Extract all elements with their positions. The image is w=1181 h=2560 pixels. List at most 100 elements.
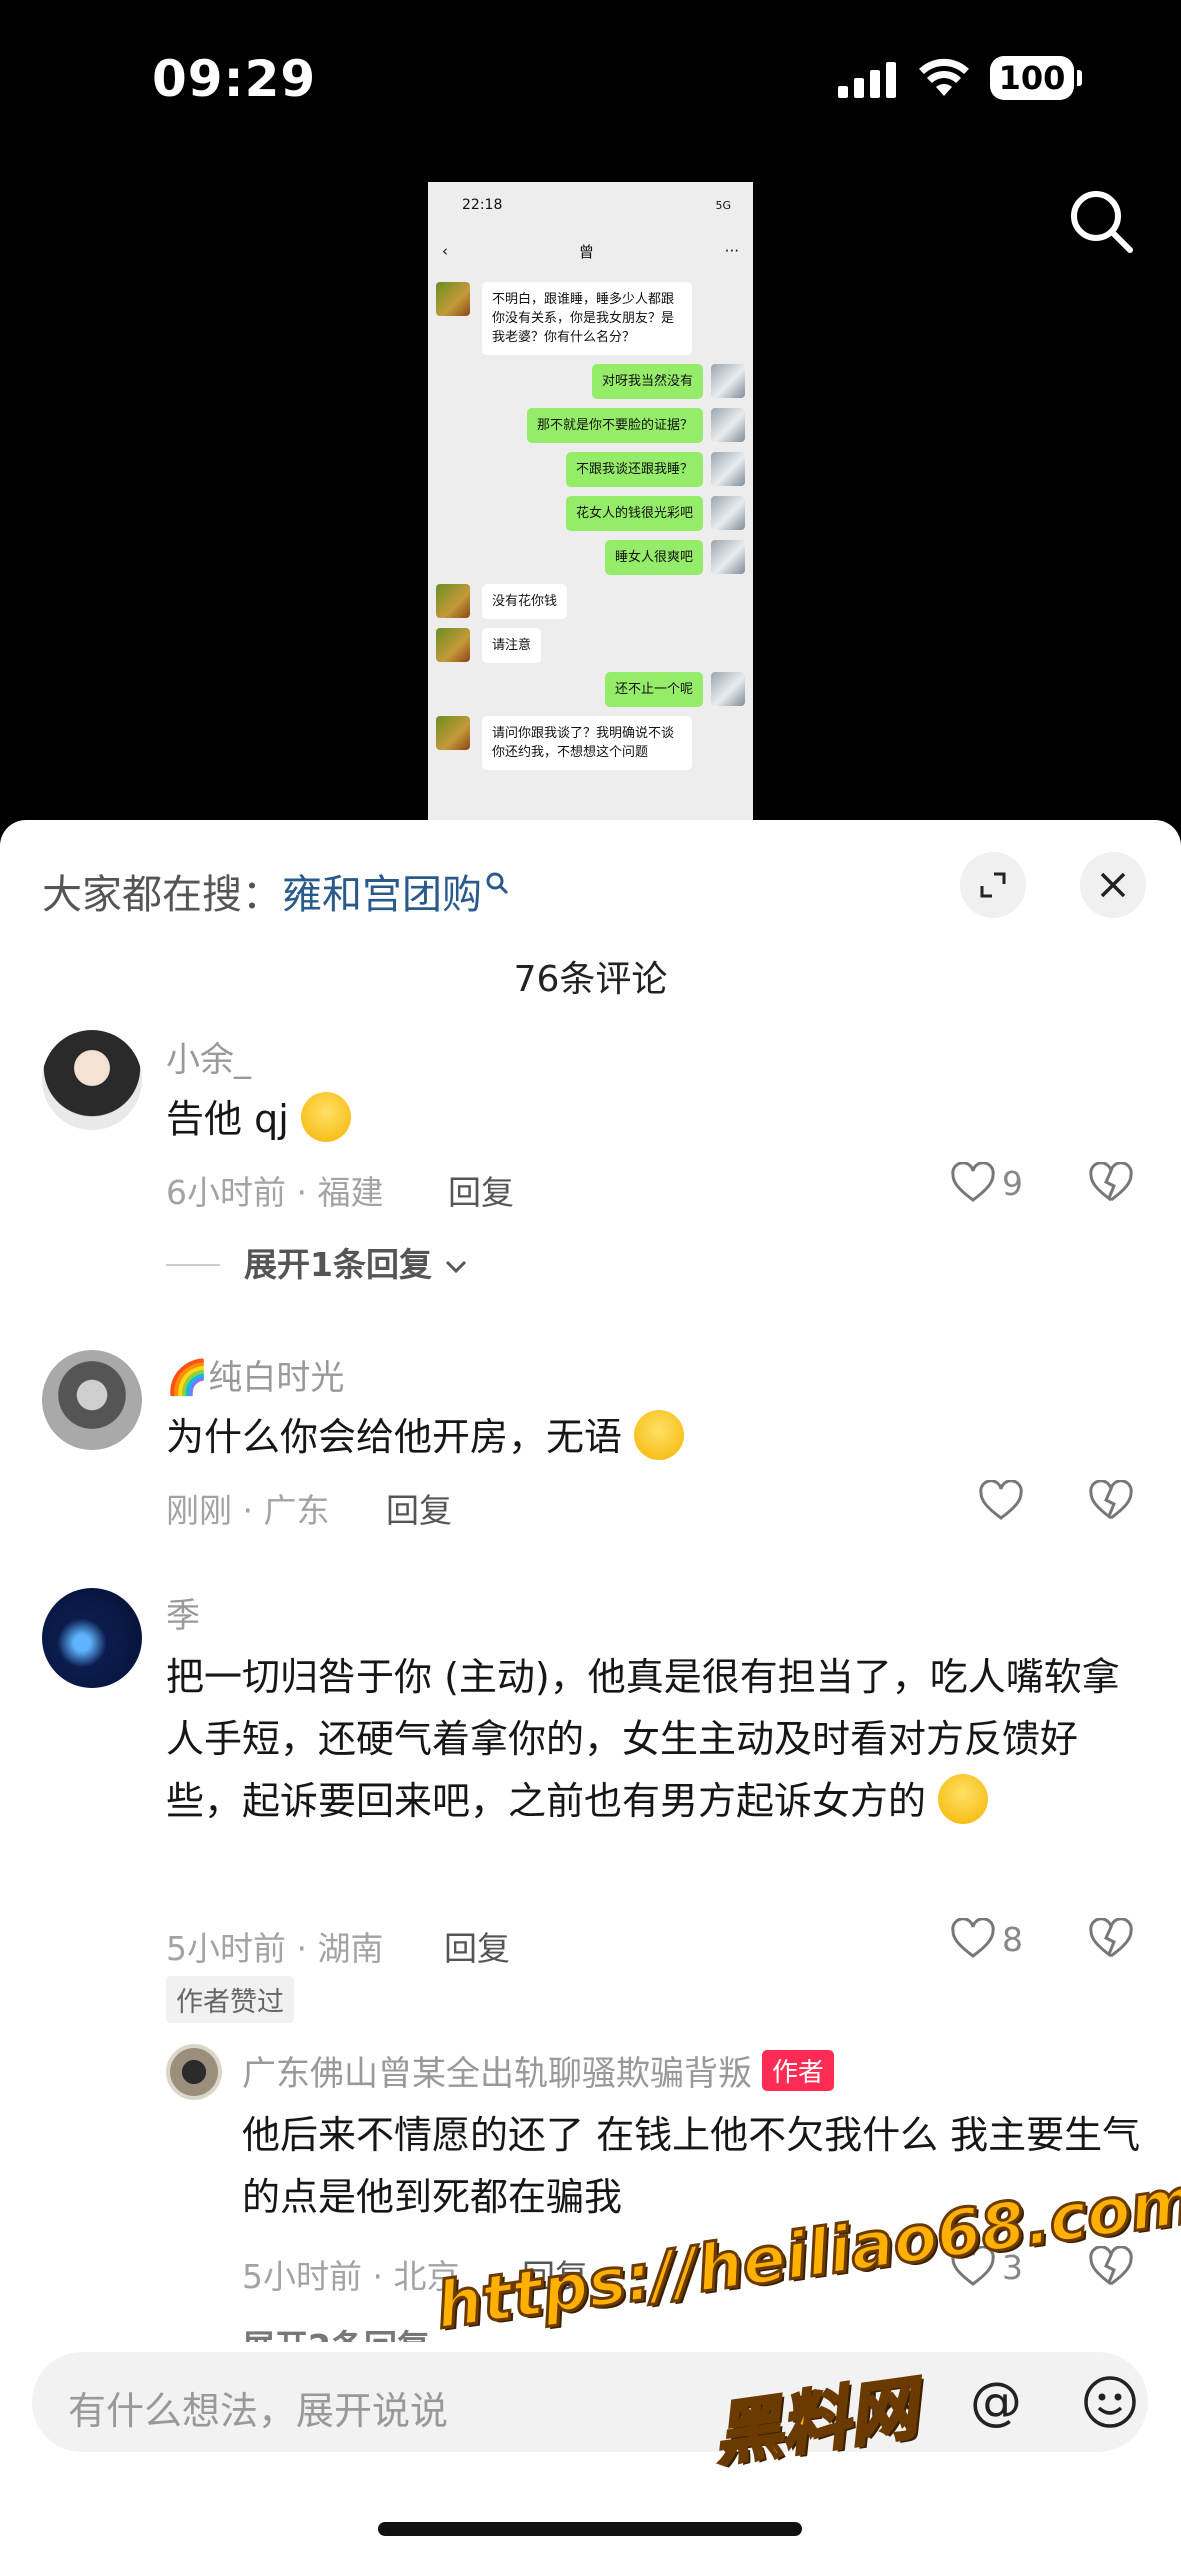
close-icon bbox=[1100, 872, 1126, 898]
chat-message: 花女人的钱很光彩吧 bbox=[436, 496, 745, 531]
avatar[interactable] bbox=[42, 1588, 142, 1688]
like-button[interactable]: 9 bbox=[950, 1162, 1023, 1204]
close-sheet-button[interactable] bbox=[1080, 852, 1146, 918]
expand-replies-button[interactable]: 展开2条回复 bbox=[242, 2320, 430, 2342]
status-bar: 09:29 100 bbox=[0, 0, 1181, 160]
reply-username-text: 广东佛山曾某全出轨聊骚欺骗背叛 bbox=[242, 2054, 752, 2094]
expand-replies-button[interactable]: 展开1条回复 bbox=[166, 1238, 469, 1286]
chat-message: 还不止一个呢 bbox=[436, 672, 745, 707]
expand-sheet-button[interactable] bbox=[960, 852, 1026, 918]
comment-input-bar[interactable]: 有什么想法，展开说说 @ bbox=[32, 2352, 1148, 2452]
grin-emoji-icon bbox=[300, 1092, 351, 1142]
chat-avatar bbox=[436, 282, 470, 316]
chat-message: 不明白，跟谁睡，睡多少人都跟你没有关系，你是我女朋友？是我老婆？你有什么名分？ bbox=[436, 282, 745, 355]
comment-text: 为什么你会给他开房，无语 bbox=[166, 1406, 1126, 1468]
back-chevron-icon: ‹ bbox=[442, 242, 448, 260]
chat-message: 那不就是你不要脸的证据？ bbox=[436, 408, 745, 443]
chat-shot-time: 22:18 bbox=[462, 197, 503, 213]
chat-message: 请问你跟我谈了？我明确说不谈你还约我，不想想这个问题 bbox=[436, 716, 745, 770]
comment-meta: 5小时前 · 湖南 bbox=[166, 1929, 384, 1968]
comment-text-content: 告他 qj bbox=[166, 1097, 289, 1141]
chat-avatar bbox=[711, 364, 745, 398]
reply-button[interactable]: 回复 bbox=[386, 1484, 452, 1532]
chat-shot-header: ‹ 曾 ··· bbox=[428, 228, 753, 274]
chat-bubble: 不明白，跟谁睡，睡多少人都跟你没有关系，你是我女朋友？是我老婆？你有什么名分？ bbox=[482, 282, 692, 355]
chat-shot-status-bar: 22:18 5G bbox=[428, 182, 753, 228]
comment-meta: 6小时前 · 福建 bbox=[166, 1173, 384, 1212]
like-button[interactable] bbox=[978, 1480, 1030, 1522]
heart-icon bbox=[951, 1918, 995, 1958]
broken-heart-icon[interactable] bbox=[1088, 1918, 1134, 1960]
battery-indicator: 100 bbox=[990, 56, 1082, 100]
heart-icon bbox=[979, 1480, 1023, 1520]
chat-bubble: 不跟我谈还跟我睡？ bbox=[565, 452, 703, 487]
comment-username[interactable]: 小余_ bbox=[166, 1032, 251, 1081]
expand-icon bbox=[980, 872, 1006, 898]
chat-shot-network: 5G bbox=[715, 198, 731, 212]
chat-avatar bbox=[436, 584, 470, 618]
chat-avatar bbox=[436, 716, 470, 750]
chat-bubble: 那不就是你不要脸的证据？ bbox=[526, 408, 703, 443]
comment-text: 告他 qj bbox=[166, 1088, 1126, 1150]
chat-bubble: 睡女人很爽吧 bbox=[604, 540, 703, 575]
comment-count: 76条评论 bbox=[513, 959, 668, 1000]
emoji-icon[interactable] bbox=[1082, 2374, 1138, 2430]
expand-replies-label: 展开1条回复 bbox=[244, 1245, 432, 1284]
chat-bubble: 花女人的钱很光彩吧 bbox=[565, 496, 703, 531]
broken-heart-icon[interactable] bbox=[1088, 1480, 1134, 1522]
chat-messages: 不明白，跟谁睡，睡多少人都跟你没有关系，你是我女朋友？是我老婆？你有什么名分？ 对… bbox=[428, 274, 753, 770]
comment-meta: 刚刚 · 广东 bbox=[166, 1491, 330, 1530]
trending-prefix: 大家都在搜： bbox=[42, 872, 282, 918]
comment-sheet-header: 大家都在搜：雍和宫团购 76条评论 bbox=[0, 820, 1181, 1000]
broken-heart-icon[interactable] bbox=[1088, 1162, 1134, 1204]
avatar[interactable] bbox=[42, 1350, 142, 1450]
chat-bubble: 还不止一个呢 bbox=[604, 672, 703, 707]
like-count: 9 bbox=[1002, 1163, 1023, 1203]
chat-message: 对呀我当然没有 bbox=[436, 364, 745, 399]
chat-message: 睡女人很爽吧 bbox=[436, 540, 745, 575]
comment-username[interactable]: 🌈纯白时光 bbox=[166, 1350, 344, 1399]
chat-screenshot-image[interactable]: 22:18 5G ‹ 曾 ··· 不明白，跟谁睡，睡多少人都跟你没有关系，你是我… bbox=[428, 182, 753, 822]
avatar[interactable] bbox=[42, 1030, 142, 1130]
search-icon[interactable] bbox=[1066, 186, 1136, 256]
author-liked-badge: 作者赞过 bbox=[166, 1976, 294, 2023]
wifi-icon bbox=[919, 58, 969, 96]
author-badge: 作者 bbox=[762, 2050, 835, 2091]
chat-avatar bbox=[711, 452, 745, 486]
small-search-icon bbox=[486, 872, 509, 895]
more-dots-icon: ··· bbox=[724, 242, 739, 260]
chat-bubble: 请问你跟我谈了？我明确说不谈你还约我，不想想这个问题 bbox=[482, 716, 692, 770]
broken-heart-icon[interactable] bbox=[1088, 2246, 1134, 2288]
at-mention-icon[interactable]: @ bbox=[970, 2372, 1022, 2432]
chat-contact-name: 曾 bbox=[578, 242, 594, 261]
heart-icon bbox=[951, 1162, 995, 1202]
home-indicator[interactable] bbox=[378, 2522, 802, 2536]
trending-term[interactable]: 雍和宫团购 bbox=[282, 872, 482, 918]
signal-icon bbox=[838, 62, 896, 98]
chat-avatar bbox=[711, 408, 745, 442]
comment-text: 把一切归咎于你 (主动)，他真是很有担当了，吃人嘴软拿人手短，还硬气着拿你的，女… bbox=[166, 1646, 1146, 1832]
chat-message: 请注意 bbox=[436, 628, 745, 663]
chat-bubble: 请注意 bbox=[482, 628, 542, 663]
reply-meta: 5小时前 · 北京 bbox=[242, 2257, 460, 2296]
chat-avatar bbox=[436, 628, 470, 662]
avatar[interactable] bbox=[166, 2044, 222, 2100]
sweat-emoji-icon bbox=[634, 1410, 685, 1460]
chat-avatar bbox=[711, 496, 745, 530]
chat-avatar bbox=[711, 672, 745, 706]
chat-avatar bbox=[711, 540, 745, 574]
chat-bubble: 对呀我当然没有 bbox=[591, 364, 703, 399]
like-button[interactable]: 8 bbox=[950, 1918, 1023, 1960]
reply-username[interactable]: 广东佛山曾某全出轨聊骚欺骗背叛 作者 bbox=[242, 2046, 835, 2095]
chevron-down-icon bbox=[446, 1260, 467, 1274]
reply-button[interactable]: 回复 bbox=[448, 1166, 514, 1214]
trending-search[interactable]: 大家都在搜：雍和宫团购 bbox=[42, 862, 510, 920]
status-time: 09:29 bbox=[152, 50, 317, 108]
laugh-cry-emoji-icon bbox=[938, 1774, 989, 1824]
chat-message: 没有花你钱 bbox=[436, 584, 745, 619]
comment-input-placeholder[interactable]: 有什么想法，展开说说 bbox=[68, 2380, 448, 2435]
reply-button[interactable]: 回复 bbox=[444, 1922, 510, 1970]
chat-bubble: 没有花你钱 bbox=[482, 584, 568, 619]
chat-message: 不跟我谈还跟我睡？ bbox=[436, 452, 745, 487]
comment-username[interactable]: 季 bbox=[166, 1588, 200, 1637]
